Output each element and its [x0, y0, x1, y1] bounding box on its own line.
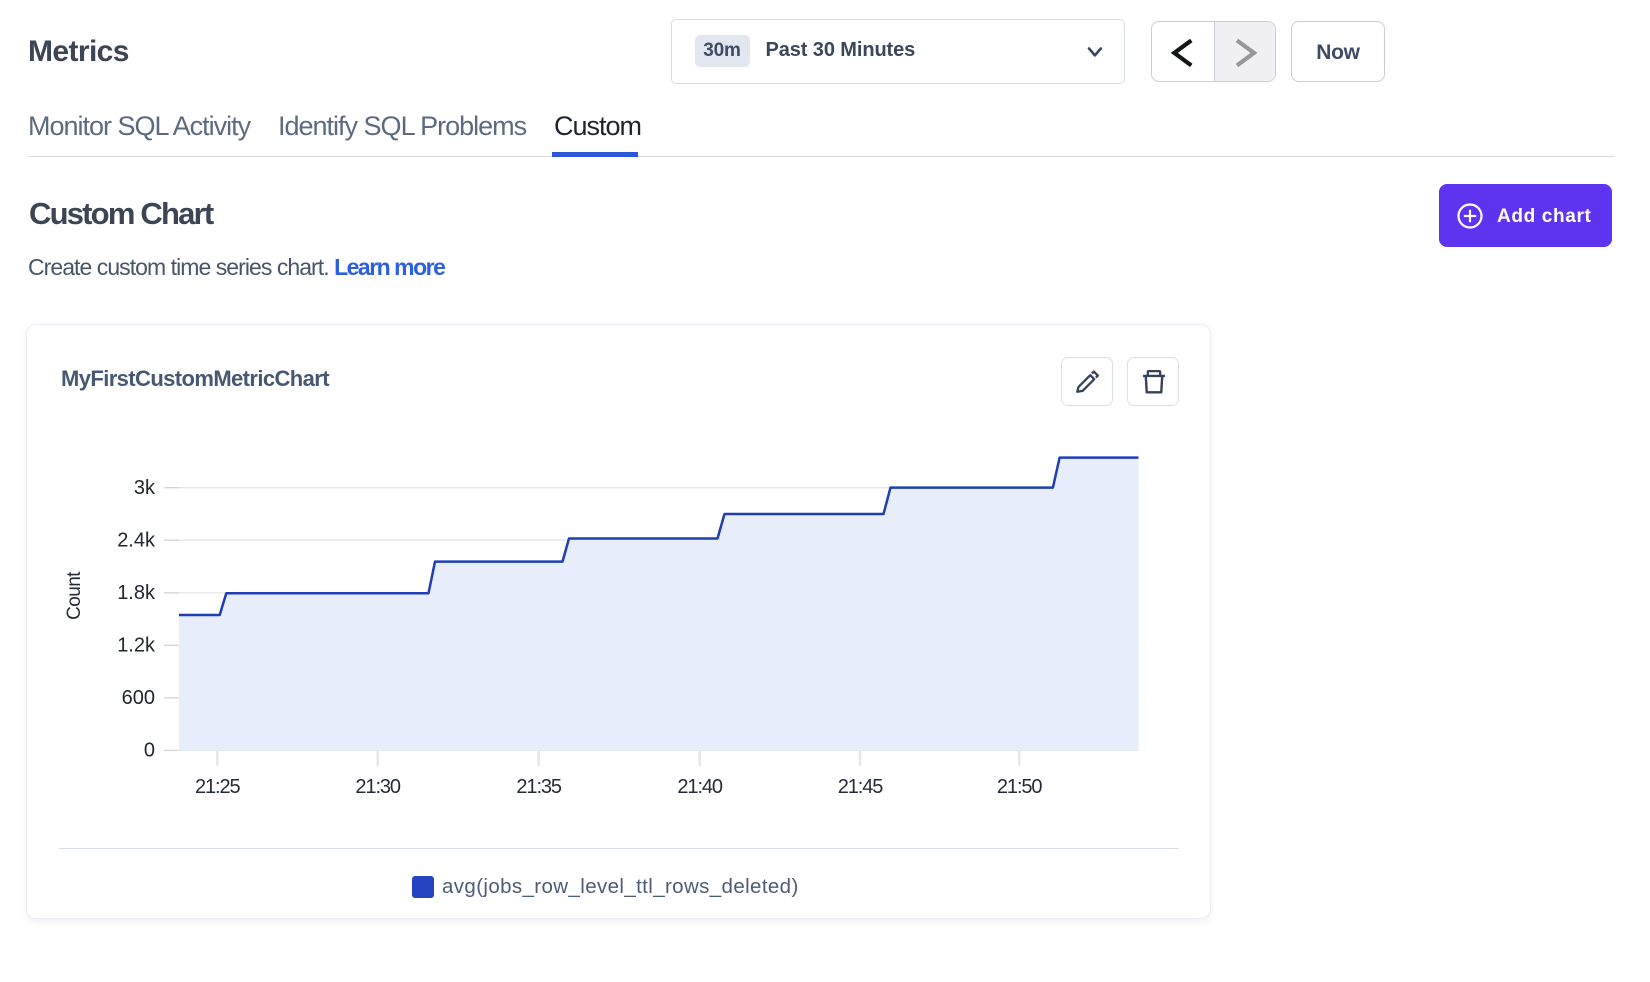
- svg-text:21:25: 21:25: [195, 776, 241, 798]
- svg-text:2.4k: 2.4k: [117, 530, 156, 552]
- svg-text:21:45: 21:45: [838, 776, 884, 798]
- svg-text:0: 0: [144, 740, 155, 762]
- svg-text:Count: Count: [64, 571, 85, 620]
- svg-text:21:50: 21:50: [997, 776, 1043, 798]
- svg-text:1.8k: 1.8k: [117, 582, 156, 604]
- svg-text:21:35: 21:35: [516, 776, 562, 798]
- svg-text:21:40: 21:40: [677, 776, 723, 798]
- svg-text:3k: 3k: [134, 477, 156, 499]
- svg-text:1.2k: 1.2k: [117, 635, 156, 657]
- svg-text:600: 600: [122, 687, 155, 709]
- svg-text:21:30: 21:30: [355, 776, 401, 798]
